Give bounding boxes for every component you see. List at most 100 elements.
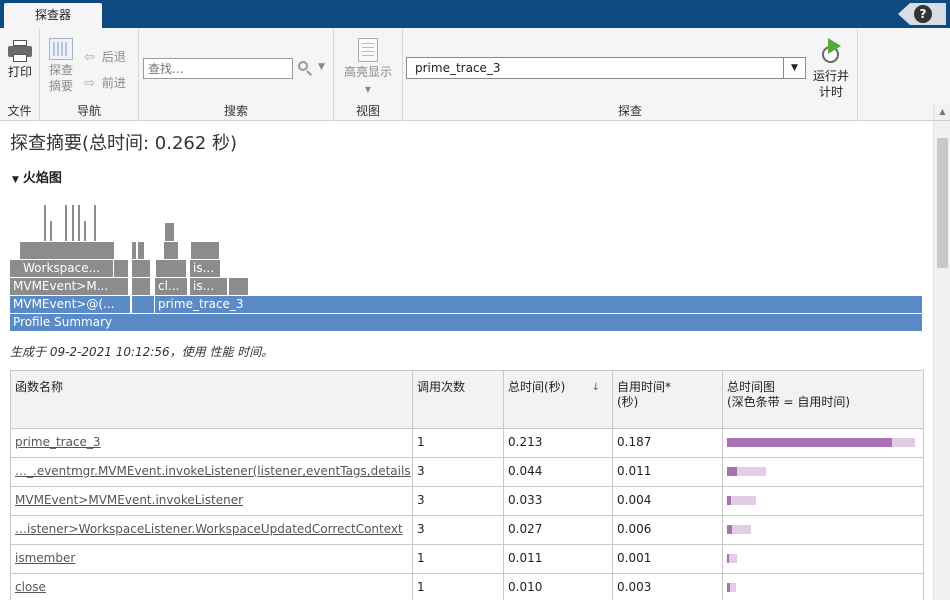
chevron-down-icon[interactable]: ▼ — [318, 62, 325, 72]
cell-total-time: 0.033 — [503, 486, 613, 516]
header-self-time[interactable]: 自用时间* (秒) — [612, 370, 723, 429]
section-label-profile: 探查 — [617, 104, 642, 118]
vertical-scrollbar[interactable]: ▲ — [933, 104, 950, 600]
section-file: 打印 文件 — [0, 28, 40, 121]
header-calls-label: 调用次数 — [417, 380, 466, 394]
help-icon: ? — [914, 5, 932, 23]
cell-time-plot — [722, 573, 924, 600]
function-link[interactable]: …istener>WorkspaceListener.WorkspaceUpda… — [15, 522, 403, 536]
scroll-up-icon[interactable]: ▲ — [934, 104, 950, 120]
cell-function-name: MVMEvent>MVMEvent.invokeListener — [10, 486, 413, 516]
help-button[interactable]: ? — [898, 3, 946, 25]
run-and-time-button[interactable]: 运行并 计时 — [810, 38, 852, 100]
flame-block[interactable] — [114, 260, 128, 277]
scrollbar-thumb[interactable] — [937, 138, 948, 268]
chevron-down-icon[interactable]: ▼ — [783, 58, 805, 78]
flame-label-is-1: is... — [193, 261, 215, 275]
flame-label-workspace: Workspace... — [23, 261, 101, 275]
back-button[interactable]: ⇦ 后退 — [84, 48, 126, 65]
header-total-time[interactable]: 总时间(秒) ↓ — [503, 370, 613, 429]
page-title: 探查摘要(总时间: 0.262 秒) — [10, 133, 238, 154]
flame-block[interactable] — [132, 278, 150, 295]
section-navigation: 探查 摘要 ⇦ 后退 ⇨ 前进 导航 — [40, 28, 139, 121]
flame-block[interactable] — [191, 242, 219, 259]
cell-calls: 1 — [412, 544, 504, 574]
function-link[interactable]: ismember — [15, 551, 75, 565]
function-link[interactable]: prime_trace_3 — [15, 435, 101, 449]
function-link[interactable]: …_.eventmgr.MVMEvent.invokeListener(list… — [15, 464, 412, 478]
forward-button[interactable]: ⇨ 前进 — [84, 74, 126, 91]
cell-self-time: 0.001 — [612, 544, 723, 574]
flame-block[interactable] — [94, 205, 96, 241]
cell-time-plot — [722, 486, 924, 516]
cell-time-plot — [722, 544, 924, 574]
cell-total-time: 0.027 — [503, 515, 613, 545]
self-time-bar — [727, 496, 731, 505]
flame-graph: Workspace... is... MVMEvent>M... cl... i… — [10, 205, 924, 333]
self-time-bar — [727, 525, 733, 534]
profile-summary-button[interactable]: 探查 摘要 — [44, 38, 78, 94]
profile-target-select[interactable]: prime_trace_3 ▼ — [406, 57, 806, 79]
function-link[interactable]: MVMEvent>MVMEvent.invokeListener — [15, 493, 243, 507]
forward-label: 前进 — [101, 76, 126, 90]
cell-time-plot — [722, 515, 924, 545]
flame-block-cl[interactable]: cl... — [155, 278, 187, 295]
cell-self-time: 0.011 — [612, 457, 723, 487]
flame-block-is-2[interactable]: is... — [190, 278, 227, 295]
flame-block[interactable] — [72, 205, 74, 241]
highlight-button[interactable]: 高亮显示 ▼ — [340, 38, 396, 98]
flame-block[interactable] — [132, 260, 150, 277]
arrow-left-icon: ⇦ — [84, 50, 95, 65]
cell-calls: 1 — [412, 573, 504, 600]
self-time-bar — [727, 467, 737, 476]
profile-summary-label-2: 摘要 — [48, 79, 73, 93]
cell-self-time: 0.004 — [612, 486, 723, 516]
search-input[interactable] — [143, 58, 293, 79]
flame-block[interactable] — [156, 260, 186, 277]
flame-block-root[interactable]: Profile Summary — [10, 314, 922, 331]
highlight-label: 高亮显示 — [343, 65, 392, 79]
header-calls[interactable]: 调用次数 — [412, 370, 504, 429]
function-table: 函数名称 调用次数 总时间(秒) ↓ 自用时间* (秒) 总时间图 (深色条带 = 自… — [10, 370, 924, 600]
flame-block[interactable] — [84, 221, 86, 241]
table-header-row: 函数名称 调用次数 总时间(秒) ↓ 自用时间* (秒) 总时间图 (深色条带 = 自… — [10, 370, 924, 429]
chevron-down-icon: ▼ — [364, 85, 372, 94]
flame-block[interactable] — [78, 205, 80, 241]
flame-block[interactable] — [165, 223, 174, 241]
flame-block-is-1[interactable]: is... — [190, 260, 220, 277]
header-function-name[interactable]: 函数名称 — [10, 370, 413, 429]
cell-self-time: 0.187 — [612, 428, 723, 458]
flame-block-mvmevent-m[interactable]: MVMEvent>M... — [10, 278, 128, 295]
flame-block[interactable] — [44, 205, 46, 241]
cell-self-time: 0.006 — [612, 515, 723, 545]
cell-function-name: ismember — [10, 544, 413, 574]
flame-block[interactable] — [229, 278, 248, 295]
flame-block-prime-trace[interactable]: prime_trace_3 — [155, 296, 922, 313]
flame-block[interactable] — [132, 296, 154, 313]
print-button[interactable]: 打印 — [3, 40, 37, 80]
tab-profiler[interactable]: 探查器 — [4, 3, 102, 28]
flame-block[interactable] — [10, 260, 20, 277]
self-time-bar — [727, 583, 730, 592]
flamegraph-header-label: 火焰图 — [22, 171, 62, 186]
flame-block-mvmevent-at[interactable]: MVMEvent>@(... — [10, 296, 130, 313]
flame-block[interactable] — [132, 242, 136, 259]
document-icon — [358, 38, 378, 62]
cell-time-plot — [722, 428, 924, 458]
header-plot-label-2: (深色条带 = 自用时间) — [727, 395, 851, 409]
flame-block[interactable] — [20, 242, 114, 259]
search-icon[interactable] — [297, 60, 313, 76]
flame-block-workspace[interactable]: Workspace... — [20, 260, 113, 277]
table-row: close 1 0.010 0.003 — [10, 573, 924, 600]
function-link[interactable]: close — [15, 580, 46, 594]
cell-calls: 1 — [412, 428, 504, 458]
flame-block[interactable] — [138, 242, 144, 259]
run-label-2: 计时 — [818, 85, 843, 99]
cell-function-name: …istener>WorkspaceListener.WorkspaceUpda… — [10, 515, 413, 545]
flame-block[interactable] — [50, 221, 52, 241]
flamegraph-toggle[interactable]: ▼ 火焰图 — [12, 167, 62, 186]
flame-block[interactable] — [164, 242, 178, 259]
flame-block[interactable] — [65, 205, 67, 241]
table-row: prime_trace_3 1 0.213 0.187 — [10, 428, 924, 458]
table-row: ismember 1 0.011 0.001 — [10, 544, 924, 574]
